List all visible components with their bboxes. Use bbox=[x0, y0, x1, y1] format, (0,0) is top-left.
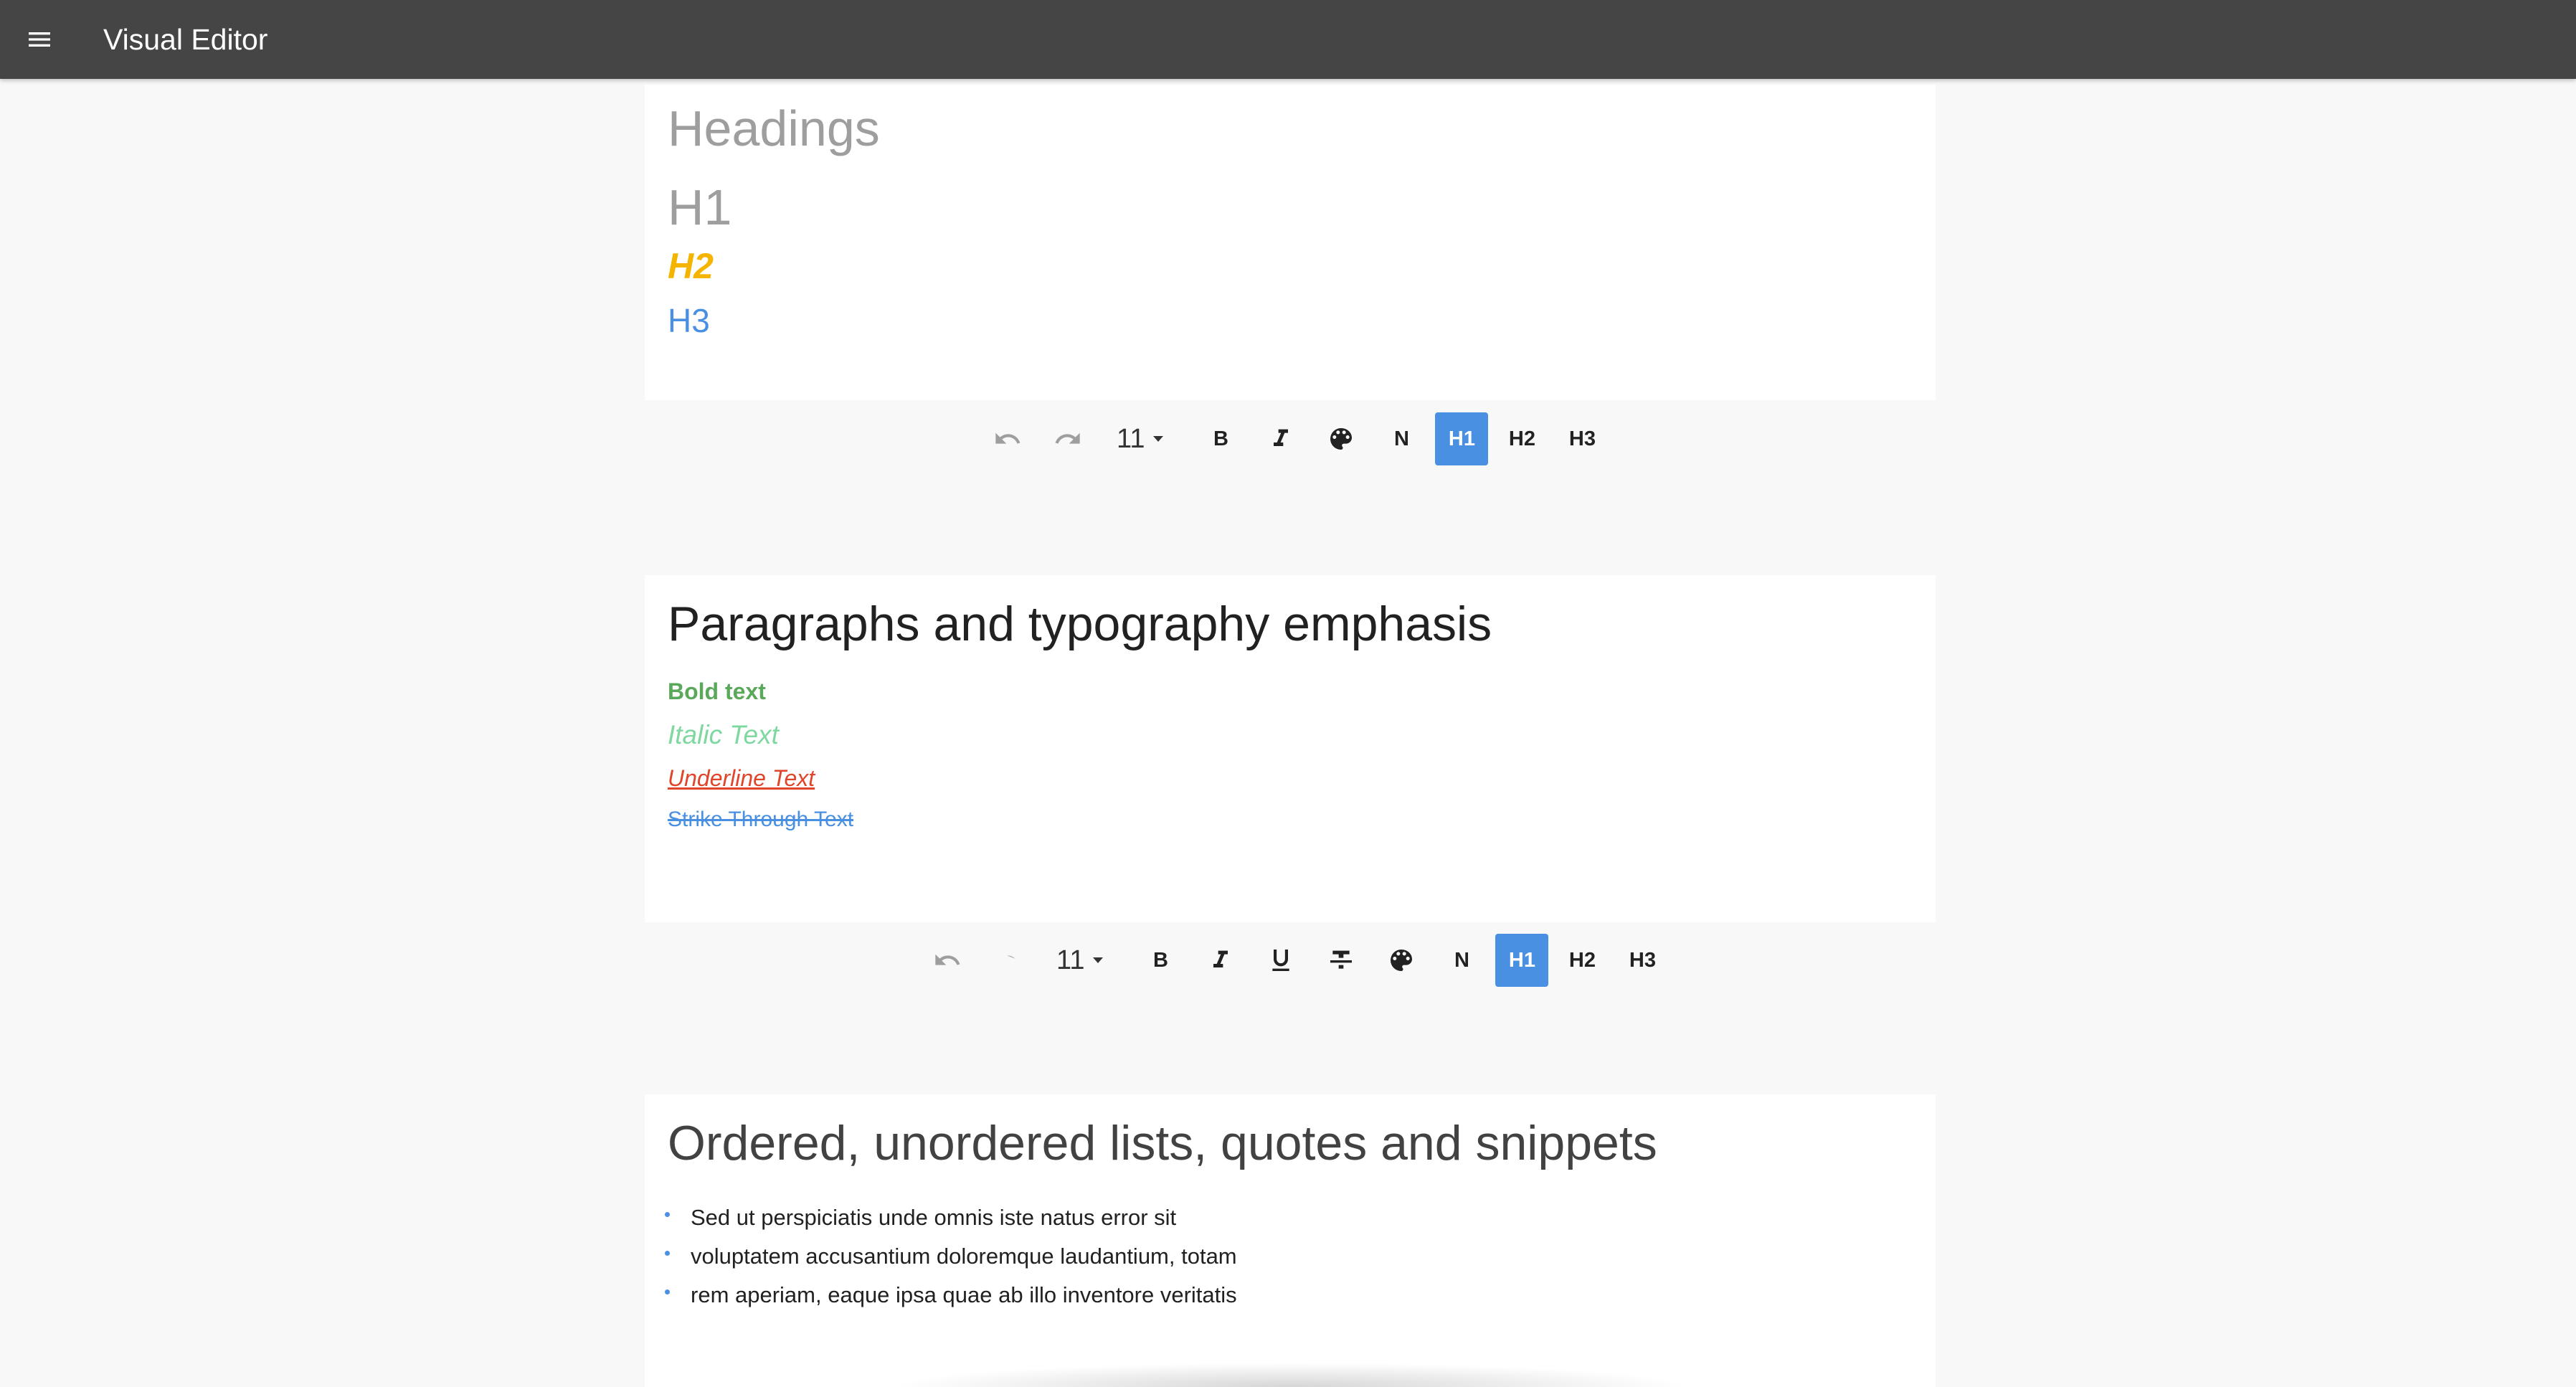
underline-text: Underline Text bbox=[668, 765, 815, 791]
bold-text: Bold text bbox=[668, 678, 766, 704]
strikethrough-button[interactable] bbox=[1315, 934, 1368, 987]
section-title: Headings bbox=[668, 100, 880, 156]
italic-icon bbox=[1274, 429, 1289, 446]
font-size-select[interactable]: 11 bbox=[1043, 934, 1116, 987]
list-item: voluptatem accusantium doloremque laudan… bbox=[691, 1244, 1237, 1269]
heading-1-button[interactable]: H1 bbox=[1435, 412, 1489, 465]
editor-toolbar: 11 B N H1 H2 H3 bbox=[977, 412, 1612, 465]
bullet-icon bbox=[665, 1289, 670, 1294]
strikethrough-text: Strike Through Text bbox=[668, 808, 854, 831]
editor-paragraphs[interactable]: Paragraphs and typography emphasis Bold … bbox=[645, 575, 1936, 922]
normal-text-button[interactable]: N bbox=[1435, 934, 1488, 987]
heading-3-button[interactable]: H3 bbox=[1616, 934, 1669, 987]
italic-icon bbox=[1213, 950, 1228, 967]
heading-3-text: H3 bbox=[668, 302, 710, 339]
list-item: Sed ut perspiciatis unde omnis iste natu… bbox=[691, 1205, 1177, 1230]
toolbar-strip-2: 11 B N H1 H2 H3 bbox=[645, 934, 1936, 1095]
section-title: Ordered, unordered lists, quotes and sni… bbox=[668, 1116, 1657, 1170]
redo-icon bbox=[1055, 432, 1080, 444]
undo-icon bbox=[995, 432, 1021, 444]
app-bar: Visual Editor bbox=[0, 0, 2576, 79]
heading-3-button[interactable]: H3 bbox=[1555, 412, 1609, 465]
menu-button[interactable] bbox=[0, 0, 79, 79]
chevron-down-icon bbox=[1153, 436, 1164, 442]
underline-button[interactable] bbox=[1254, 934, 1307, 987]
redo-button[interactable] bbox=[981, 934, 1034, 987]
floating-toolbar-shadow bbox=[889, 1363, 1692, 1387]
bold-button[interactable]: B bbox=[1194, 412, 1247, 465]
toolbar-strip-1: 11 B N H1 H2 H3 bbox=[645, 412, 1936, 574]
heading-1-text: H1 bbox=[668, 179, 732, 235]
heading-1-button[interactable]: H1 bbox=[1495, 934, 1549, 987]
undo-icon bbox=[935, 954, 960, 965]
redo-button[interactable] bbox=[1041, 412, 1094, 465]
text-color-button[interactable] bbox=[1315, 412, 1368, 465]
undo-button[interactable] bbox=[921, 934, 974, 987]
strikethrough-icon bbox=[1330, 950, 1353, 969]
palette-icon bbox=[1391, 950, 1413, 971]
app-title: Visual Editor bbox=[103, 22, 268, 56]
bullet-icon bbox=[665, 1251, 670, 1256]
italic-button[interactable] bbox=[1194, 934, 1247, 987]
underline-icon bbox=[1272, 950, 1290, 971]
heading-2-text: H2 bbox=[668, 246, 714, 286]
bold-button[interactable]: B bbox=[1134, 934, 1187, 987]
palette-icon bbox=[1330, 428, 1353, 450]
heading-2-button[interactable]: H2 bbox=[1555, 934, 1609, 987]
undo-button[interactable] bbox=[981, 412, 1034, 465]
font-size-select[interactable]: 11 bbox=[1104, 412, 1176, 465]
font-size-value: 11 bbox=[1117, 423, 1145, 454]
font-size-value: 11 bbox=[1056, 945, 1085, 975]
list-item: rem aperiam, eaque ipsa quae ab illo inv… bbox=[691, 1282, 1237, 1307]
editor-toolbar: 11 B N H1 H2 H3 bbox=[917, 934, 1672, 987]
section-title: Paragraphs and typography emphasis bbox=[668, 597, 1492, 651]
bullet-icon bbox=[665, 1212, 670, 1217]
heading-2-button[interactable]: H2 bbox=[1495, 412, 1548, 465]
redo-icon bbox=[1007, 955, 1015, 959]
italic-text: Italic Text bbox=[668, 720, 779, 749]
menu-icon bbox=[29, 32, 50, 47]
editor-headings[interactable]: Headings H1 H2 H3 bbox=[645, 85, 1936, 400]
chevron-down-icon bbox=[1093, 957, 1104, 963]
editor-lists[interactable]: Ordered, unordered lists, quotes and sni… bbox=[645, 1094, 1936, 1387]
italic-button[interactable] bbox=[1254, 412, 1307, 465]
normal-text-button[interactable]: N bbox=[1375, 412, 1428, 465]
text-color-button[interactable] bbox=[1375, 934, 1428, 987]
